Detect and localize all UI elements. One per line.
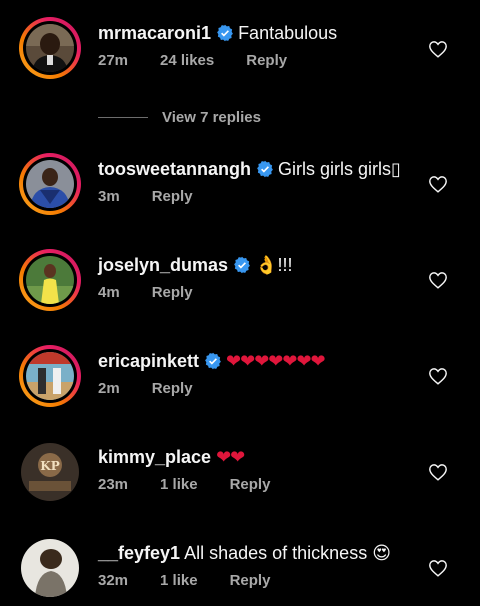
username[interactable]: __feyfey1 bbox=[98, 543, 180, 563]
username[interactable]: toosweetannangh bbox=[98, 159, 251, 179]
heart-outline-icon[interactable] bbox=[428, 463, 448, 481]
comment-text: All shades of thickness bbox=[184, 543, 368, 563]
hearts-emoji-icon: ❤❤ bbox=[216, 447, 245, 467]
verified-badge-icon bbox=[233, 256, 251, 274]
replies-divider bbox=[98, 116, 148, 118]
avatar[interactable] bbox=[19, 17, 81, 79]
avatar[interactable]: KP bbox=[19, 441, 81, 503]
view-replies-button[interactable]: View 7 replies bbox=[98, 108, 261, 126]
ok-hand-icon: 👌 bbox=[255, 255, 278, 275]
heart-outline-icon[interactable] bbox=[428, 40, 448, 58]
verified-badge-icon bbox=[216, 24, 234, 42]
verified-badge-icon bbox=[256, 160, 274, 178]
likes-count[interactable]: 1 like bbox=[160, 476, 198, 493]
view-replies-label: View 7 replies bbox=[162, 108, 261, 126]
avatar[interactable] bbox=[19, 153, 81, 215]
reply-button[interactable]: Reply bbox=[152, 188, 193, 205]
heart-outline-icon[interactable] bbox=[428, 271, 448, 289]
username[interactable]: mrmacaroni1 bbox=[98, 23, 211, 43]
avatar[interactable] bbox=[19, 345, 81, 407]
svg-text:KP: KP bbox=[40, 459, 59, 473]
avatar-photo bbox=[26, 352, 74, 400]
avatar-photo: KP bbox=[21, 443, 79, 501]
heart-outline-icon[interactable] bbox=[428, 559, 448, 577]
avatar-photo bbox=[26, 160, 74, 208]
avatar-photo bbox=[26, 24, 74, 72]
timestamp: 27m bbox=[98, 52, 129, 69]
hearts-emoji-icon: ❤❤❤❤❤❤❤ bbox=[226, 351, 326, 371]
username[interactable]: joselyn_dumas bbox=[98, 255, 228, 275]
timestamp: 32m bbox=[98, 572, 129, 589]
comment-text: Girls girls girls▯ bbox=[278, 159, 401, 179]
timestamp: 4m bbox=[98, 284, 120, 301]
heart-eyes-icon: 😍 bbox=[372, 543, 391, 563]
avatar[interactable] bbox=[19, 537, 81, 599]
reply-button[interactable]: Reply bbox=[230, 476, 271, 493]
timestamp: 2m bbox=[98, 380, 120, 397]
avatar-photo bbox=[26, 256, 74, 304]
avatar[interactable] bbox=[19, 249, 81, 311]
username[interactable]: kimmy_place bbox=[98, 447, 211, 467]
heart-outline-icon[interactable] bbox=[428, 367, 448, 385]
timestamp: 23m bbox=[98, 476, 129, 493]
comment-text: Fantabulous bbox=[238, 23, 338, 43]
avatar-photo bbox=[21, 539, 79, 597]
reply-button[interactable]: Reply bbox=[230, 572, 271, 589]
likes-count[interactable]: 1 like bbox=[160, 572, 198, 589]
likes-count[interactable]: 24 likes bbox=[160, 52, 214, 69]
reply-button[interactable]: Reply bbox=[152, 380, 193, 397]
comment-text: !!! bbox=[277, 255, 293, 275]
reply-button[interactable]: Reply bbox=[152, 284, 193, 301]
verified-badge-icon bbox=[204, 352, 222, 370]
reply-button[interactable]: Reply bbox=[246, 52, 287, 69]
timestamp: 3m bbox=[98, 188, 120, 205]
username[interactable]: ericapinkett bbox=[98, 351, 199, 371]
heart-outline-icon[interactable] bbox=[428, 175, 448, 193]
